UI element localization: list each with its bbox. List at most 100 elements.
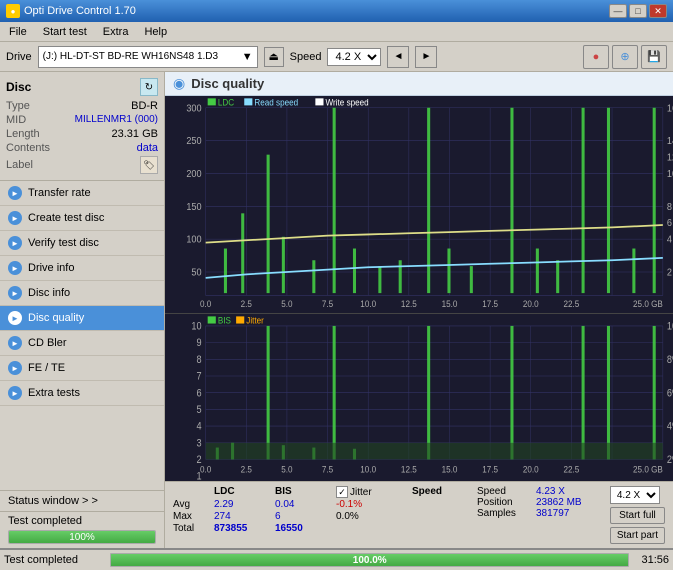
bottom-statusbar: Test completed 100.0% 31:56 <box>0 548 673 570</box>
bottom-progress-bar: 100.0% <box>110 553 629 567</box>
disc-label-icon[interactable]: 🏷 <box>140 156 158 174</box>
speed-row: Speed 4.23 X <box>477 486 600 497</box>
close-button[interactable]: ✕ <box>649 4 667 18</box>
sidebar-item-disc-quality[interactable]: ► Disc quality <box>0 306 164 331</box>
svg-text:5.0: 5.0 <box>281 299 292 310</box>
status-window-label: Status window > > <box>8 495 98 507</box>
samples-value: 381797 <box>536 508 569 519</box>
drive-value: (J:) HL-DT-ST BD-RE WH16NS48 1.D3 <box>43 51 218 62</box>
speed-label: Speed <box>290 51 322 63</box>
disc-mid-label: MID <box>6 114 26 126</box>
sidebar-item-verify-test-disc[interactable]: ► Verify test disc <box>0 231 164 256</box>
stats-max-row: Max 274 6 0.0% <box>173 511 467 522</box>
svg-text:25.0 GB: 25.0 GB <box>633 299 663 310</box>
col-jitter-check: ✓ Jitter <box>336 486 406 498</box>
disc-quality-header-icon: ◉ <box>173 75 185 92</box>
speed-selector[interactable]: 4.2 X <box>327 48 381 66</box>
svg-text:12 X: 12 X <box>667 152 673 164</box>
sidebar-item-cd-bler[interactable]: ► CD Bler <box>0 331 164 356</box>
avg-label: Avg <box>173 499 208 510</box>
disc-action-btn1[interactable]: ● <box>583 45 609 69</box>
sidebar-item-transfer-rate[interactable]: ► Transfer rate <box>0 181 164 206</box>
svg-text:15.0: 15.0 <box>442 299 458 310</box>
status-window-button[interactable]: Status window > > <box>0 491 164 512</box>
stats-total-row: Total 873855 16550 <box>173 523 467 534</box>
svg-text:10: 10 <box>191 321 202 333</box>
menu-file[interactable]: File <box>6 25 30 39</box>
sidebar-item-create-test-disc[interactable]: ► Create test disc <box>0 206 164 231</box>
svg-text:LDC: LDC <box>218 97 234 108</box>
bis-chart-svg: 10 9 8 7 6 5 4 3 2 1 10% 8% 6% 4% 2% <box>165 314 673 481</box>
disc-refresh-button[interactable]: ↻ <box>140 78 158 96</box>
sidebar-item-fe-te[interactable]: ► FE / TE <box>0 356 164 381</box>
avg-jitter: -0.1% <box>336 499 406 510</box>
svg-text:10%: 10% <box>667 321 673 333</box>
jitter-checkbox[interactable]: ✓ <box>336 486 348 498</box>
svg-text:20.0: 20.0 <box>523 299 539 310</box>
svg-text:2 X: 2 X <box>667 267 673 279</box>
svg-text:10 X: 10 X <box>667 168 673 180</box>
svg-text:22.5: 22.5 <box>564 299 580 310</box>
sidebar-item-drive-info[interactable]: ► Drive info <box>0 256 164 281</box>
sidebar-progress-bar: 100% <box>8 530 156 544</box>
drive-label: Drive <box>6 51 32 63</box>
svg-text:7: 7 <box>196 371 202 383</box>
sidebar-item-extra-tests[interactable]: ► Extra tests <box>0 381 164 406</box>
disc-action-btn2[interactable]: ⊕ <box>612 45 638 69</box>
transfer-rate-icon: ► <box>8 186 22 200</box>
speed-select-row: 4.2 X <box>610 486 665 504</box>
samples-row: Samples 381797 <box>477 508 600 519</box>
disc-panel: Disc ↻ Type BD-R MID MILLENMR1 (000) Len… <box>0 72 164 181</box>
menu-start-test[interactable]: Start test <box>40 25 90 39</box>
app-icon: ● <box>6 4 20 18</box>
app-title: Opti Drive Control 1.70 <box>24 5 136 17</box>
disc-mid-value: MILLENMR1 (000) <box>75 114 158 126</box>
maximize-button[interactable]: □ <box>629 4 647 18</box>
right-content: ◉ Disc quality <box>165 72 673 548</box>
avg-speed <box>412 499 467 510</box>
svg-text:12.5: 12.5 <box>401 464 417 475</box>
disc-contents-value: data <box>137 142 158 154</box>
svg-text:17.5: 17.5 <box>482 464 498 475</box>
speed-position-area: Speed 4.23 X Position 23862 MB Samples 3… <box>477 486 600 519</box>
svg-text:4%: 4% <box>667 421 673 433</box>
max-label: Max <box>173 511 208 522</box>
drive-selector[interactable]: (J:) HL-DT-ST BD-RE WH16NS48 1.D3 ▼ <box>38 46 258 68</box>
disc-type-value: BD-R <box>131 100 158 112</box>
speed-right-button[interactable]: ► <box>415 46 437 68</box>
svg-text:300: 300 <box>186 103 202 115</box>
speed-left-button[interactable]: ◄ <box>387 46 409 68</box>
window-controls[interactable]: — □ ✕ <box>609 4 667 18</box>
svg-text:10.0: 10.0 <box>360 299 376 310</box>
speed-select-small[interactable]: 4.2 X <box>610 486 660 504</box>
charts-area: 300 250 200 150 100 50 16 X 14 X 12 X 10… <box>165 96 673 481</box>
avg-ldc: 2.29 <box>214 499 269 510</box>
sidebar-menu: ► Transfer rate ► Create test disc ► Ver… <box>0 181 164 490</box>
sidebar-label-verify-test-disc: Verify test disc <box>28 237 99 249</box>
eject-button[interactable]: ⏏ <box>264 47 284 67</box>
bottom-time: 31:56 <box>641 554 669 566</box>
sidebar-item-disc-info[interactable]: ► Disc info <box>0 281 164 306</box>
svg-text:6 X: 6 X <box>667 218 673 230</box>
cd-bler-icon: ► <box>8 336 22 350</box>
sidebar-label-drive-info: Drive info <box>28 262 74 274</box>
jitter-label: Jitter <box>350 487 372 498</box>
disc-quality-icon: ► <box>8 311 22 325</box>
svg-text:2.5: 2.5 <box>241 464 252 475</box>
svg-text:100: 100 <box>186 234 202 246</box>
svg-text:15.0: 15.0 <box>442 464 458 475</box>
position-value: 23862 MB <box>536 497 582 508</box>
menu-help[interactable]: Help <box>141 25 170 39</box>
col-blank <box>173 486 208 498</box>
start-full-button[interactable]: Start full <box>610 507 665 524</box>
sidebar-label-create-test-disc: Create test disc <box>28 212 104 224</box>
save-button[interactable]: 💾 <box>641 45 667 69</box>
disc-title: Disc <box>6 80 31 94</box>
action-buttons: ● ⊕ 💾 <box>583 45 667 69</box>
total-bis: 16550 <box>275 523 330 534</box>
svg-text:16 X: 16 X <box>667 103 673 115</box>
menu-extra[interactable]: Extra <box>100 25 132 39</box>
svg-text:14 X: 14 X <box>667 136 673 148</box>
start-part-button[interactable]: Start part <box>610 527 665 544</box>
minimize-button[interactable]: — <box>609 4 627 18</box>
